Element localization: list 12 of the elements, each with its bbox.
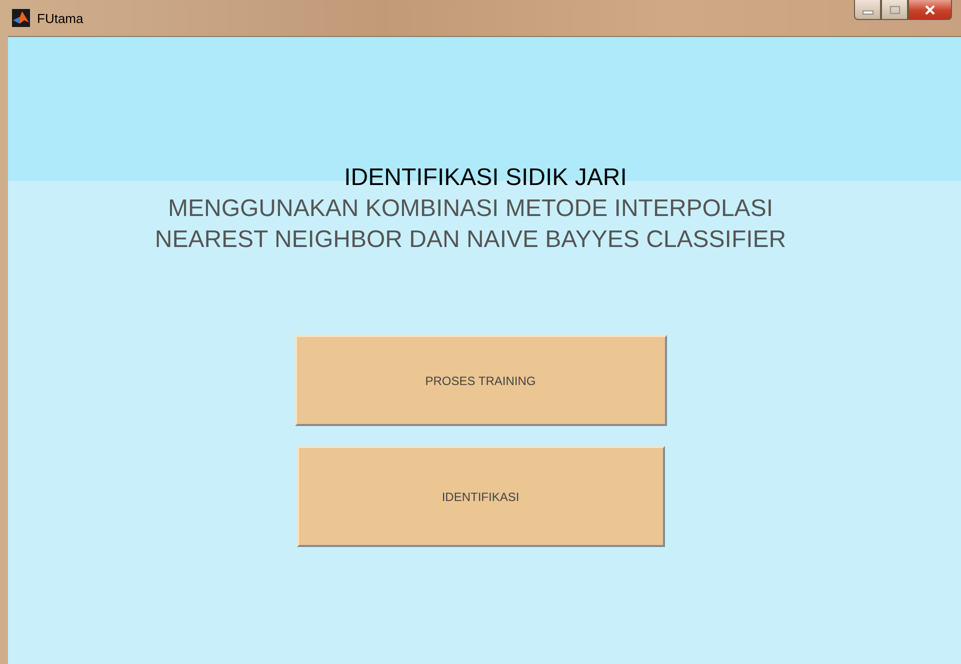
menu-button[interactable]: PROSES TRAINING bbox=[294, 335, 666, 426]
app-icon bbox=[12, 9, 30, 27]
maximize-icon bbox=[888, 4, 900, 14]
maximize-button[interactable] bbox=[881, 0, 908, 20]
subtitle-line: MENGGUNAKAN KOMBINASI METODE INTERPOLASI bbox=[168, 194, 773, 224]
close-button[interactable] bbox=[908, 0, 952, 20]
minimize-button[interactable] bbox=[854, 0, 881, 20]
close-icon bbox=[924, 4, 936, 14]
subtitle-line: NEAREST NEIGHBOR DAN NAIVE BAYYES CLASSIFIER bbox=[154, 225, 786, 255]
menu-button[interactable]: IDENTIFIKASI bbox=[296, 446, 664, 547]
window-title: FUtama bbox=[37, 10, 84, 26]
app-heading: IDENTIFIKASI SIDIK JARI bbox=[344, 163, 627, 193]
